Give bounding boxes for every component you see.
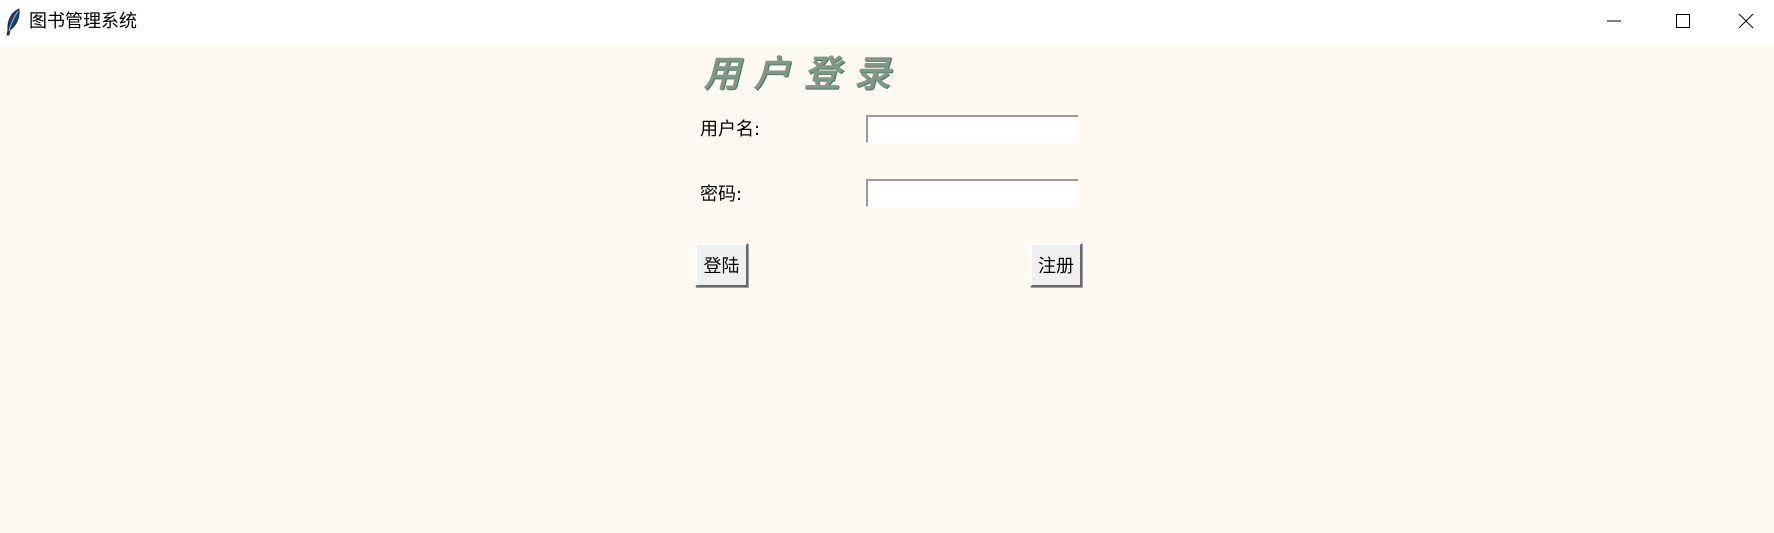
maximize-button[interactable] <box>1649 0 1717 45</box>
feather-icon <box>4 8 22 36</box>
login-heading: 用户登录 <box>704 53 905 95</box>
title-bar[interactable]: 图书管理系统 <box>0 0 1774 45</box>
password-label: 密码: <box>700 184 743 205</box>
username-label: 用户名: <box>700 119 761 140</box>
login-form: 用户登录 用户名: 密码: 登陆 注册 <box>0 45 1774 533</box>
close-icon <box>1738 13 1754 33</box>
window-title: 图书管理系统 <box>29 11 137 32</box>
close-button[interactable] <box>1718 0 1774 45</box>
app-window: 图书管理系统 用户登录 用户名: 密码: 登陆 注册 <box>0 0 1774 533</box>
minimize-button[interactable] <box>1580 0 1648 45</box>
username-input[interactable] <box>866 115 1078 143</box>
login-button[interactable]: 登陆 <box>695 243 748 287</box>
password-input[interactable] <box>866 179 1078 207</box>
maximize-icon <box>1675 13 1691 33</box>
minimize-icon <box>1606 13 1622 33</box>
register-button[interactable]: 注册 <box>1030 243 1082 287</box>
